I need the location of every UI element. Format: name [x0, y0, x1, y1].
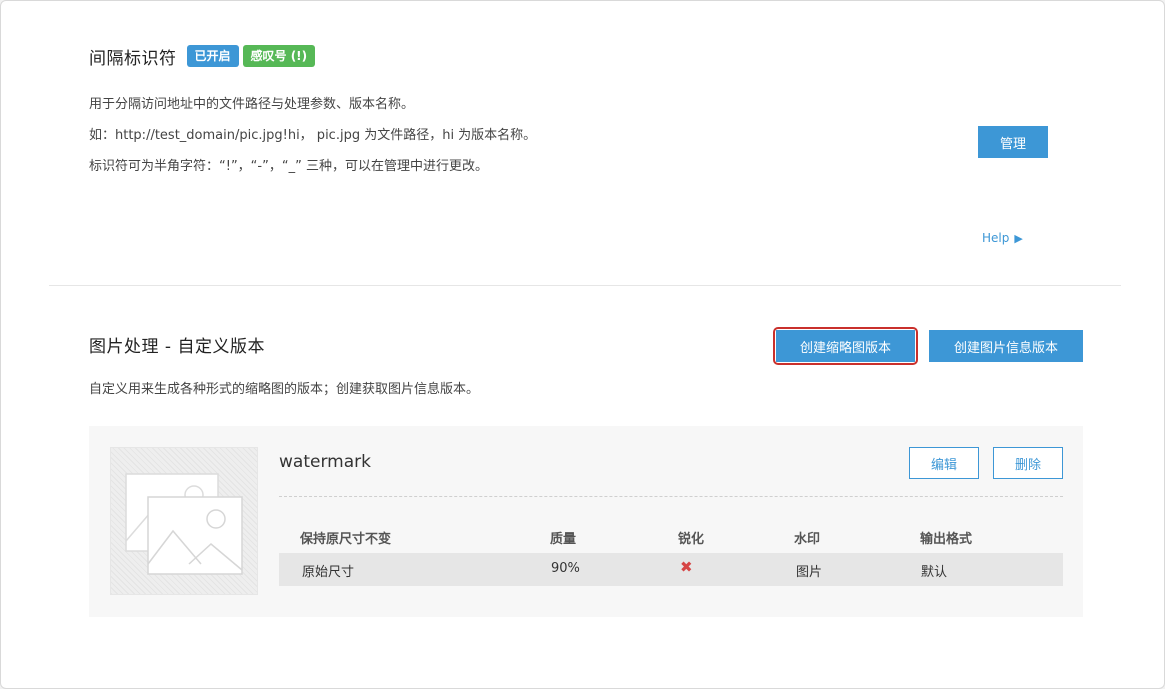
separator-desc-3: 标识符可为半角字符：“!”，“-”，“_” 三种，可以在管理中进行更改。 [89, 159, 488, 174]
section-divider [49, 285, 1121, 286]
help-link[interactable]: Help ▶ [982, 231, 1023, 245]
delete-button[interactable]: 删除 [993, 447, 1063, 479]
page-frame: 间隔标识符 已开启 感叹号 (!) 用于分隔访问地址中的文件路径与处理参数、版本… [0, 0, 1165, 689]
manage-button[interactable]: 管理 [978, 126, 1048, 158]
cross-mark-icon: ✖ [680, 558, 693, 576]
version-name: watermark [279, 452, 371, 472]
card-divider [279, 496, 1063, 497]
status-badge: 已开启 [186, 45, 239, 67]
separator-title-row: 间隔标识符 已开启 感叹号 (!) [89, 43, 1089, 69]
edit-button[interactable]: 编辑 [909, 447, 979, 479]
separator-title: 间隔标识符 [89, 48, 177, 69]
column-header-watermark: 水印 [794, 532, 821, 547]
create-thumbnail-version-button[interactable]: 创建缩略图版本 [776, 330, 915, 362]
separator-desc-2: 如：http://test_domain/pic.jpg!hi， pic.jpg… [89, 128, 537, 143]
version-section-title: 图片处理 - 自定义版本 [89, 337, 265, 357]
version-thumbnail [110, 447, 258, 595]
version-card: watermark 编辑 删除 保持原尺寸不变 质量 锐化 水印 输出格式 原始… [89, 426, 1083, 617]
triangle-right-icon: ▶ [1014, 231, 1023, 245]
separator-section: 间隔标识符 已开启 感叹号 (!) [89, 43, 1089, 69]
column-header-format: 输出格式 [920, 532, 973, 547]
cell-quality: 90% [551, 561, 580, 576]
help-label: Help [982, 231, 1010, 245]
separator-type-badge: 感叹号 (!) [242, 45, 316, 67]
separator-desc-1: 用于分隔访问地址中的文件路径与处理参数、版本名称。 [89, 97, 415, 112]
column-header-size: 保持原尺寸不变 [300, 532, 392, 547]
cell-watermark: 图片 [796, 565, 823, 580]
column-header-quality: 质量 [550, 532, 577, 547]
column-header-sharpen: 锐化 [678, 532, 705, 547]
cell-format: 默认 [921, 565, 948, 580]
create-image-info-version-button[interactable]: 创建图片信息版本 [929, 330, 1083, 362]
version-section-desc: 自定义用来生成各种形式的缩略图的版本；创建获取图片信息版本。 [89, 382, 480, 397]
cell-size: 原始尺寸 [302, 565, 355, 580]
image-placeholder-icon [125, 473, 243, 575]
